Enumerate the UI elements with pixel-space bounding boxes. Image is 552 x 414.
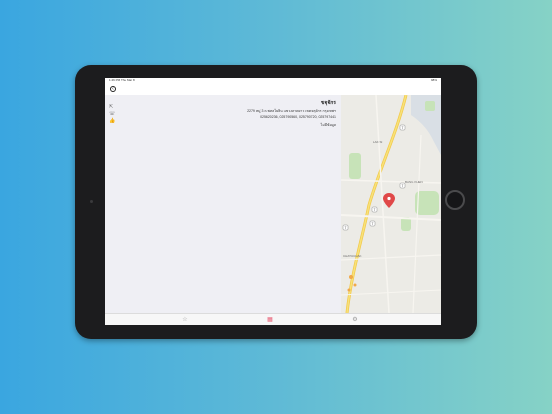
tab-settings[interactable]: ⚙ xyxy=(350,315,360,325)
place-detail-panel: ⇱ ☏ 👍 ขจุจักร 2279 หมู่ 3 ถ.พหลโยธิน แขว… xyxy=(105,95,341,313)
thumbs-up-icon[interactable]: 👍 xyxy=(109,119,115,124)
road-shield: 7 xyxy=(342,224,349,231)
gear-icon: ⚙ xyxy=(352,317,358,323)
map-label: BANG KHEN xyxy=(405,180,423,184)
svg-text:7: 7 xyxy=(372,222,374,226)
place-name: ขจุจักร xyxy=(321,100,336,106)
directions-icon[interactable]: ⇱ xyxy=(109,105,115,110)
road-shield: 7 xyxy=(371,206,378,213)
star-icon: ☆ xyxy=(182,317,188,323)
place-hours: ไม่มีข้อมูล xyxy=(320,123,336,127)
place-phones[interactable]: 025620236, 025790560, 025790720, 0257974… xyxy=(260,115,336,119)
home-button[interactable] xyxy=(445,190,465,210)
tab-list[interactable]: ▦ xyxy=(265,315,275,325)
app-screen: 1:46 PM Thu Mar 8 98% ‹ ⇱ ☏ 👍 ขจุจักร 22… xyxy=(105,78,441,325)
map-label: CHATUCHAK xyxy=(343,254,361,258)
phone-icon[interactable]: ☏ xyxy=(109,112,115,117)
map-label: LAK SI xyxy=(373,140,383,144)
tab-bar: ☆ ▦ ⚙ xyxy=(105,313,441,325)
svg-text:7: 7 xyxy=(345,226,347,230)
svg-text:7: 7 xyxy=(402,126,404,130)
place-address: 2279 หมู่ 3 ถ.พหลโยธิน แขวงลาดยาว เขตจตุ… xyxy=(247,109,336,113)
road-shield: 7 xyxy=(399,182,406,189)
road-shield: 7 xyxy=(399,124,406,131)
tab-favorites[interactable]: ☆ xyxy=(180,315,190,325)
svg-text:7: 7 xyxy=(374,208,376,212)
navigation-bar: ‹ xyxy=(105,83,441,95)
front-camera xyxy=(90,200,93,203)
map-view[interactable]: LAK SI BANG KHEN CHATUCHAK 7 7 7 7 7 xyxy=(341,95,441,313)
map-park xyxy=(349,153,361,179)
back-arrow-icon[interactable]: ‹ xyxy=(110,86,116,92)
map-park xyxy=(425,101,435,111)
map-canvas[interactable]: LAK SI BANG KHEN CHATUCHAK 7 7 7 7 7 xyxy=(341,95,441,313)
ipad-device: 1:46 PM Thu Mar 8 98% ‹ ⇱ ☏ 👍 ขจุจักร 22… xyxy=(75,65,477,339)
road-shield: 7 xyxy=(369,220,376,227)
grid-icon: ▦ xyxy=(267,317,273,323)
svg-text:7: 7 xyxy=(402,184,404,188)
